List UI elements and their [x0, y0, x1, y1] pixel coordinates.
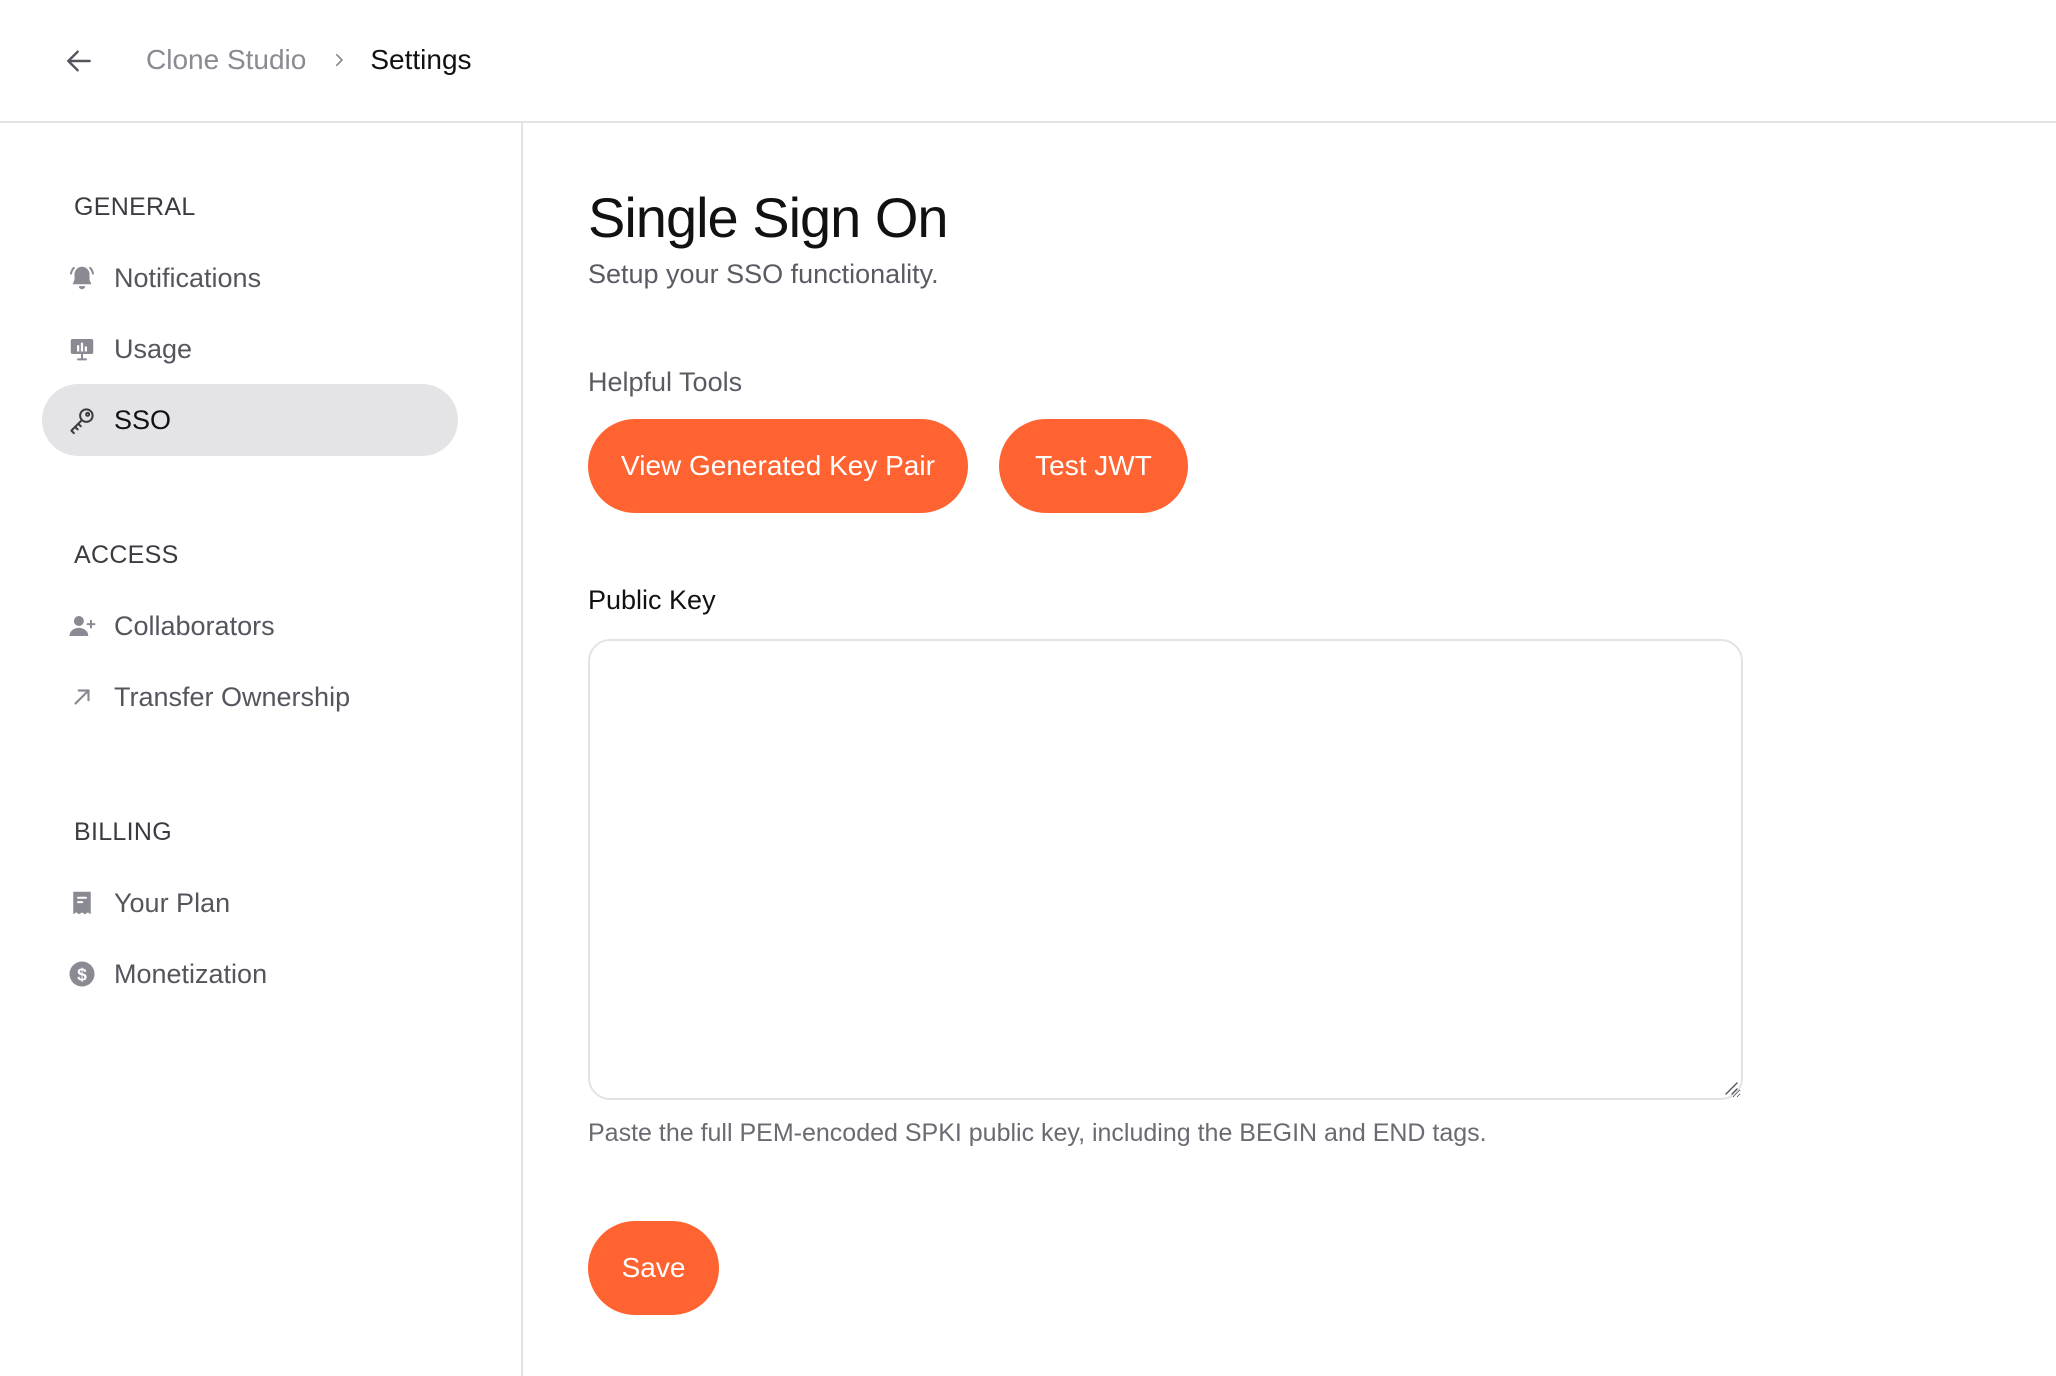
sidebar-item-notifications[interactable]: Notifications — [42, 242, 458, 314]
view-generated-key-pair-button[interactable]: View Generated Key Pair — [588, 419, 968, 513]
sidebar-item-usage[interactable]: Usage — [42, 313, 458, 385]
arrow-up-right-icon — [66, 681, 98, 713]
back-button[interactable] — [56, 38, 102, 84]
sidebar-item-label: Usage — [114, 333, 193, 364]
top-bar: Clone Studio Settings — [0, 0, 2056, 123]
resize-handle-icon[interactable] — [1723, 1080, 1739, 1096]
sidebar-item-label: SSO — [114, 404, 172, 435]
public-key-helper-text: Paste the full PEM-encoded SPKI public k… — [588, 1119, 1487, 1147]
sidebar-item-your-plan[interactable]: Your Plan — [42, 867, 458, 939]
page-title: Single Sign On — [588, 186, 949, 249]
bell-icon — [66, 262, 98, 294]
receipt-icon — [66, 887, 98, 919]
breadcrumb: Clone Studio Settings — [146, 40, 472, 80]
chevron-right-icon — [330, 51, 348, 69]
sidebar-item-sso[interactable]: SSO — [42, 384, 458, 456]
arrow-left-icon — [67, 50, 91, 72]
sidebar-item-label: Transfer Ownership — [114, 681, 351, 712]
dollar-icon: $ — [66, 958, 98, 990]
sidebar-item-monetization[interactable]: $ Monetization — [42, 938, 458, 1010]
sidebar-item-label: Notifications — [114, 262, 262, 293]
save-button[interactable]: Save — [588, 1221, 719, 1315]
sidebar-item-label: Collaborators — [114, 610, 275, 641]
key-icon — [66, 404, 98, 436]
svg-text:$: $ — [77, 964, 87, 984]
sidebar-section-billing-title: BILLING — [74, 818, 172, 846]
breadcrumb-root-link[interactable]: Clone Studio — [146, 44, 306, 76]
helpful-tools-label: Helpful Tools — [588, 367, 743, 397]
test-jwt-button[interactable]: Test JWT — [999, 419, 1188, 513]
chart-icon — [66, 333, 98, 365]
settings-sidebar: GENERAL Notifications Usage SSO ACCESS C… — [0, 123, 523, 1376]
user-plus-icon — [66, 610, 98, 642]
breadcrumb-current: Settings — [370, 44, 472, 75]
sidebar-item-label: Monetization — [114, 958, 268, 989]
sidebar-item-transfer-ownership[interactable]: Transfer Ownership — [42, 661, 458, 733]
sidebar-item-collaborators[interactable]: Collaborators — [42, 590, 458, 662]
sidebar-item-label: Your Plan — [114, 887, 231, 918]
public-key-textarea[interactable] — [588, 639, 1743, 1100]
page-subtitle: Setup your SSO functionality. — [588, 259, 939, 289]
sidebar-section-general-title: GENERAL — [74, 193, 196, 221]
sidebar-section-access-title: ACCESS — [74, 541, 179, 569]
public-key-label: Public Key — [588, 585, 716, 615]
